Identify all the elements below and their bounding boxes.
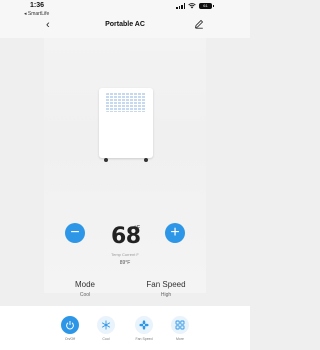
tab-fan-speed-label: Fan Speed (135, 337, 153, 341)
tab-on-off-circle (61, 316, 79, 334)
temperature-unit: °F (134, 226, 141, 232)
device-wheel-left (104, 158, 108, 162)
tab-cool[interactable]: Cool (95, 316, 117, 341)
tab-more-circle (171, 316, 189, 334)
device-body (99, 88, 153, 158)
tab-fan-speed[interactable]: Fan Speed (133, 316, 155, 341)
status-icons: 61 (176, 3, 214, 9)
snowflake-icon (101, 320, 111, 330)
fan-speed-value: High (160, 292, 172, 298)
tab-on-off-label: On/Off (64, 337, 76, 341)
grid-icon (175, 320, 185, 330)
portable-ac-image (99, 88, 153, 162)
tab-fan-speed-circle (135, 316, 153, 334)
wifi-icon (188, 3, 196, 9)
increase-temp-button[interactable]: + (165, 223, 185, 243)
nav-bar: ‹ Portable AC (0, 16, 250, 38)
tab-cool-circle (97, 316, 115, 334)
pencil-icon[interactable] (194, 19, 204, 29)
fan-speed-label[interactable]: Fan Speed (136, 280, 196, 289)
decrease-temp-button[interactable]: − (65, 223, 85, 243)
current-temp-label: Temp Current F (111, 252, 139, 257)
bottom-tab-bar: On/Off Cool Fan Speed More (0, 306, 250, 350)
page-title: Portable AC (105, 21, 145, 28)
tab-more-label: More (176, 337, 184, 341)
mode-value: Cool (79, 292, 91, 298)
power-icon (66, 321, 74, 330)
device-wheel-right (144, 158, 148, 162)
status-time: 1:36 (30, 2, 45, 9)
tab-on-off[interactable]: On/Off (59, 316, 81, 341)
tab-more[interactable]: More (169, 316, 191, 341)
device-vent (106, 93, 146, 112)
battery-icon: 61 (199, 3, 214, 9)
fan-icon (139, 320, 149, 330)
current-temp-value: 89°F (119, 260, 131, 266)
signal-icon (176, 3, 185, 9)
tab-cool-label: Cool (102, 337, 110, 341)
mode-label[interactable]: Mode (55, 280, 115, 289)
